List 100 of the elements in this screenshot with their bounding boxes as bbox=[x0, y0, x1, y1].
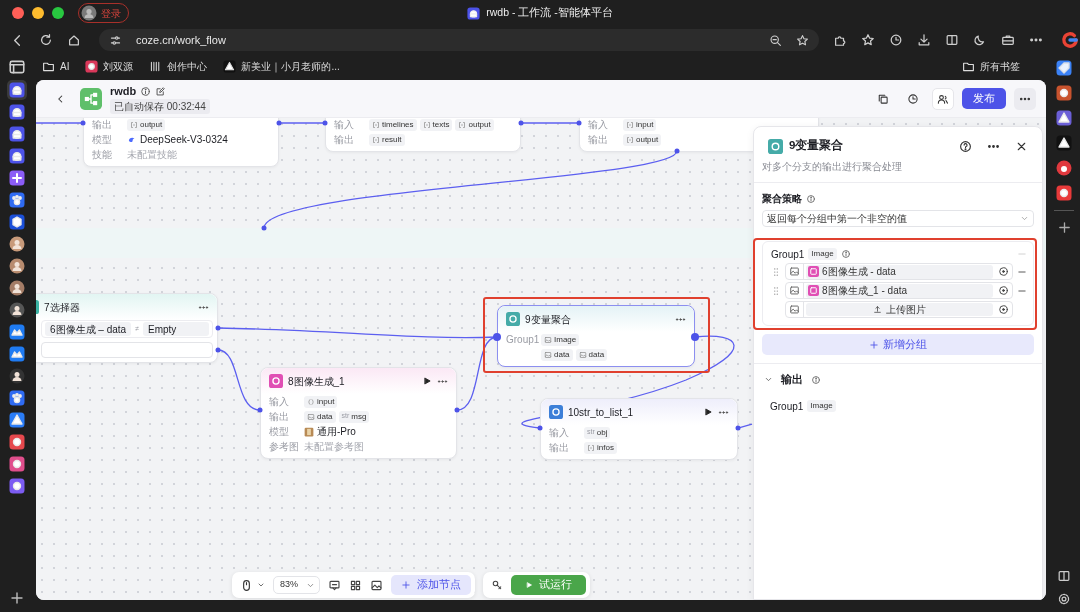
target-icon[interactable] bbox=[998, 304, 1009, 315]
paw-icon[interactable] bbox=[9, 192, 25, 208]
image-icon bbox=[269, 374, 283, 388]
caret-icon bbox=[257, 581, 265, 589]
bookmark-link[interactable]: 所有书签 bbox=[962, 58, 1020, 74]
panel-description: 对多个分支的输出进行聚合处理 bbox=[754, 157, 1042, 183]
connection-port[interactable] bbox=[576, 120, 582, 126]
globe-icon[interactable] bbox=[9, 302, 25, 318]
connection-port[interactable] bbox=[257, 407, 263, 413]
app-icon[interactable] bbox=[9, 434, 25, 450]
run-button[interactable] bbox=[703, 407, 713, 417]
image-icon[interactable] bbox=[789, 304, 800, 315]
workflow-node[interactable]: 输出 output 模型 DeepSeek-V3-0324 技能 未配置技能 bbox=[83, 118, 279, 167]
settings-icon[interactable] bbox=[1057, 592, 1071, 606]
triangle-icon[interactable] bbox=[9, 412, 25, 428]
bot-icon[interactable] bbox=[9, 104, 25, 120]
section-toggle[interactable]: 输出 bbox=[754, 364, 1042, 388]
connection-port[interactable] bbox=[261, 225, 267, 231]
app-icon[interactable] bbox=[9, 456, 25, 472]
home-button[interactable] bbox=[67, 33, 81, 47]
interaction-mode-button[interactable] bbox=[240, 578, 265, 592]
more-button[interactable] bbox=[1014, 87, 1036, 110]
connection-port[interactable] bbox=[493, 333, 501, 341]
star-icon[interactable] bbox=[796, 33, 809, 47]
wave-icon[interactable] bbox=[9, 346, 25, 362]
connection-port[interactable] bbox=[215, 347, 221, 353]
globe-icon[interactable] bbox=[9, 368, 25, 384]
wrench-icon[interactable] bbox=[491, 579, 503, 591]
run-button[interactable] bbox=[422, 376, 432, 386]
collaborators-button[interactable] bbox=[932, 87, 954, 110]
avatar-icon[interactable] bbox=[9, 280, 25, 296]
close-button[interactable] bbox=[12, 7, 24, 19]
bookmark-link[interactable]: 创作中心 bbox=[149, 58, 208, 74]
hexagon-icon[interactable] bbox=[9, 214, 25, 230]
paw-icon[interactable] bbox=[9, 390, 25, 406]
address-bar[interactable]: coze.cn/work_flow bbox=[99, 29, 819, 51]
minimap-icon[interactable] bbox=[370, 578, 383, 592]
minimize-button[interactable] bbox=[32, 7, 44, 19]
edit-icon[interactable] bbox=[155, 85, 167, 97]
download-icon[interactable] bbox=[917, 33, 931, 47]
input-field[interactable] bbox=[41, 342, 213, 358]
connection-port[interactable] bbox=[454, 407, 460, 413]
tabs-icon[interactable] bbox=[8, 58, 26, 76]
settings-icon[interactable] bbox=[109, 33, 122, 47]
info-icon[interactable] bbox=[840, 249, 851, 259]
app-icon[interactable] bbox=[9, 478, 25, 494]
connection-port[interactable] bbox=[322, 120, 328, 126]
connection-port[interactable] bbox=[691, 333, 699, 341]
connection-port[interactable] bbox=[215, 325, 221, 331]
bookmark-link[interactable]: 新美业｜小月老师的... bbox=[223, 58, 340, 74]
info-icon[interactable] bbox=[140, 85, 152, 97]
grid-icon[interactable] bbox=[349, 578, 362, 592]
app-icon[interactable] bbox=[1056, 185, 1072, 201]
star-icon[interactable] bbox=[861, 33, 875, 47]
app-icon[interactable] bbox=[1056, 110, 1072, 126]
field-label: 输入 bbox=[549, 426, 570, 439]
zoom-select[interactable]: 83% bbox=[273, 576, 320, 594]
info-icon[interactable] bbox=[811, 374, 821, 385]
add-node-button[interactable]: 添加节点 bbox=[391, 575, 471, 595]
upload-button[interactable]: 上传图片 bbox=[806, 303, 993, 316]
variable-chip: 6图像生成 – data bbox=[45, 322, 132, 336]
bookmark-link[interactable]: 刘双源 bbox=[85, 58, 134, 74]
split-view-icon[interactable] bbox=[945, 33, 959, 47]
wave-icon[interactable] bbox=[9, 324, 25, 340]
avatar-icon[interactable] bbox=[81, 5, 97, 21]
clock-icon[interactable] bbox=[889, 33, 903, 47]
bot-icon[interactable] bbox=[9, 148, 25, 164]
info-icon[interactable] bbox=[806, 193, 816, 204]
puzzle-icon[interactable] bbox=[833, 33, 847, 47]
avatar-icon[interactable] bbox=[9, 236, 25, 252]
drag-handle-icon[interactable] bbox=[771, 266, 781, 277]
plus-icon[interactable] bbox=[1056, 220, 1072, 235]
moon-icon[interactable] bbox=[973, 33, 987, 47]
workflow-node[interactable]: 9变量聚合 Group1 Image data data bbox=[497, 305, 695, 367]
tag-icon[interactable] bbox=[1056, 60, 1072, 76]
zoom-icon[interactable] bbox=[769, 33, 782, 47]
app-icon[interactable] bbox=[1056, 160, 1072, 176]
drag-handle-icon[interactable] bbox=[771, 285, 781, 296]
maximize-button[interactable] bbox=[52, 7, 64, 19]
bot-icon[interactable] bbox=[9, 126, 25, 142]
split-view-icon[interactable] bbox=[1057, 569, 1071, 583]
add-group-button[interactable]: 新增分组 bbox=[762, 334, 1034, 355]
connection-port[interactable] bbox=[80, 120, 86, 126]
connection-port[interactable] bbox=[735, 425, 741, 431]
bookmark-link[interactable]: AI bbox=[42, 58, 70, 74]
connection-port[interactable] bbox=[518, 120, 524, 126]
strategy-select[interactable]: 返回每个分组中第一个非空的值 bbox=[762, 210, 1034, 227]
publish-button[interactable]: 发布 bbox=[962, 87, 1006, 110]
bot-icon[interactable] bbox=[9, 82, 25, 98]
connection-port[interactable] bbox=[276, 120, 282, 126]
reload-button[interactable] bbox=[39, 33, 53, 47]
connection-port[interactable] bbox=[537, 425, 543, 431]
avatar-icon[interactable] bbox=[9, 258, 25, 274]
google-icon[interactable] bbox=[1061, 31, 1079, 49]
plus-icon[interactable] bbox=[9, 170, 25, 186]
workflow-node[interactable]: 输入 timelines texts output 输出 result bbox=[325, 118, 521, 152]
bot-icon[interactable] bbox=[467, 6, 481, 20]
app-icon[interactable] bbox=[85, 59, 99, 73]
connection-port[interactable] bbox=[674, 148, 680, 154]
comment-icon[interactable] bbox=[328, 578, 341, 592]
